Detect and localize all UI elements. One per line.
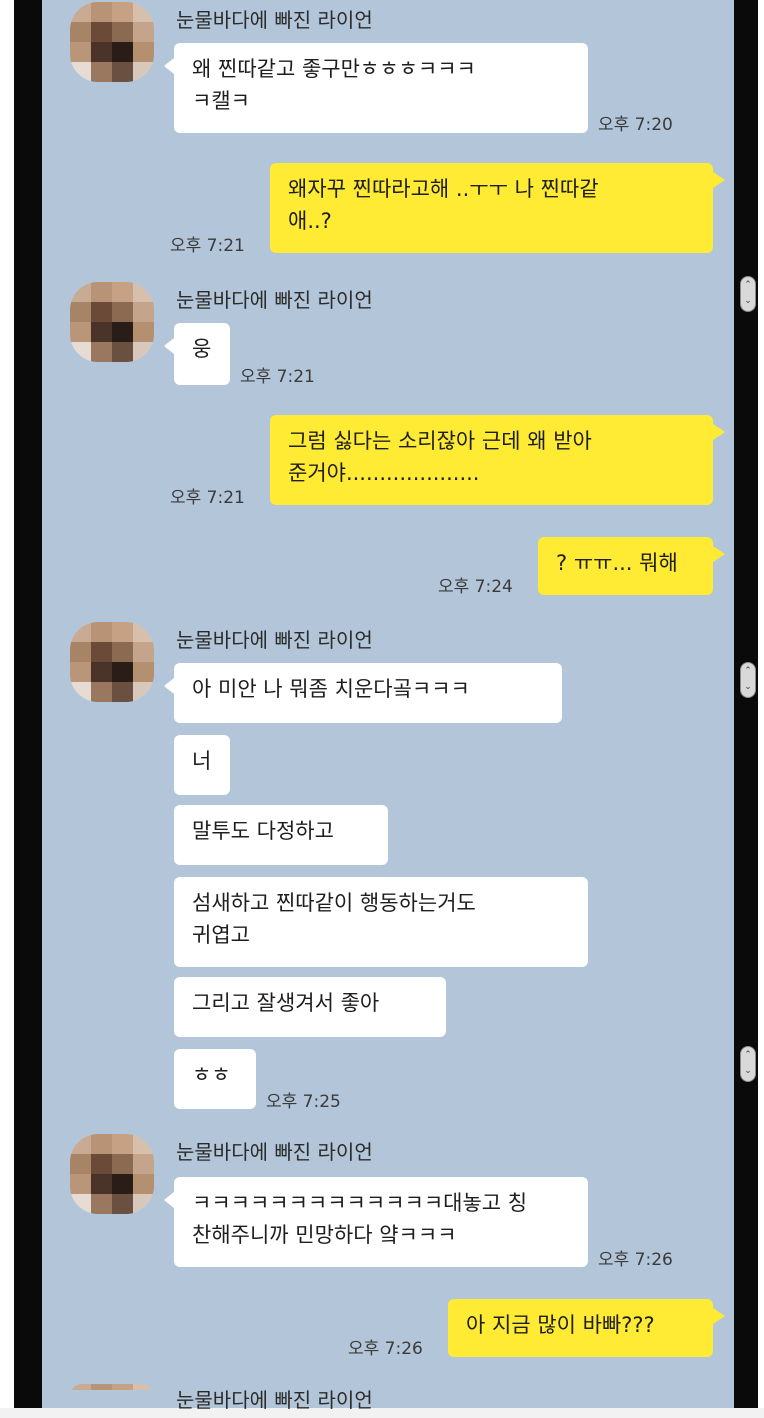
message-bubble-incoming[interactable]: 웅 xyxy=(174,323,230,385)
contact-avatar[interactable] xyxy=(70,2,154,82)
message-text: 귀엽고 xyxy=(192,923,250,947)
bubble-tail xyxy=(713,424,725,440)
message-bubble-incoming[interactable]: 너 xyxy=(174,735,230,795)
message-bubble-outgoing[interactable]: 왜자꾸 찐따라고해 ..ㅜㅜ 나 찐따같 애..? xyxy=(270,163,713,253)
message-bubble-incoming[interactable]: 그리고 잘생겨서 좋아 xyxy=(174,977,446,1037)
message-bubble-outgoing[interactable]: 아 지금 많이 바빠??? xyxy=(448,1299,713,1357)
sender-name: 눈물바다에 빠진 라이언 xyxy=(176,1140,373,1164)
bubble-tail xyxy=(713,172,725,188)
bubble-tail xyxy=(713,546,725,562)
message-text: 찬해주니까 민망하다 얔ㅋㅋㅋ xyxy=(192,1223,457,1247)
message-text: 그럼 싫다는 소리잖아 근데 왜 받아 xyxy=(288,429,592,453)
message-timestamp: 오후 7:24 xyxy=(438,577,513,597)
sender-name: 눈물바다에 빠진 라이언 xyxy=(176,628,373,652)
message-bubble-incoming[interactable]: ㅎㅎ xyxy=(174,1049,256,1109)
message-text: 준거야.................... xyxy=(288,461,480,485)
sender-name: 눈물바다에 빠진 라이언 xyxy=(176,8,373,32)
message-bubble-outgoing[interactable]: ? ㅠㅠ... 뭐해 xyxy=(538,537,713,595)
message-text: 왜자꾸 찐따라고해 ..ㅜㅜ 나 찐따같 xyxy=(288,177,599,201)
message-bubble-incoming[interactable]: 섬새하고 찐따같이 행동하는거도 귀엽고 xyxy=(174,877,588,967)
message-timestamp: 오후 7:20 xyxy=(598,115,673,135)
scroll-handle[interactable]: ⌃ ⌄ xyxy=(740,276,756,312)
contact-avatar[interactable] xyxy=(70,282,154,362)
message-text: 아 지금 많이 바빠??? xyxy=(466,1313,655,1337)
contact-avatar[interactable] xyxy=(70,1384,154,1408)
bubble-tail xyxy=(164,678,174,694)
message-bubble-outgoing[interactable]: 그럼 싫다는 소리잖아 근데 왜 받아 준거야.................… xyxy=(270,415,713,505)
bubble-tail xyxy=(164,338,174,354)
message-timestamp: 오후 7:25 xyxy=(266,1092,341,1112)
left-frame-border xyxy=(14,0,42,1418)
message-text: 아 미안 나 뭐좀 치운다곸ㅋㅋㅋ xyxy=(192,677,470,701)
message-bubble-incoming[interactable]: 말투도 다정하고 xyxy=(174,805,388,865)
message-text: ? ㅠㅠ... 뭐해 xyxy=(556,551,678,575)
message-timestamp: 오후 7:26 xyxy=(348,1339,423,1359)
right-frame-border xyxy=(734,0,758,1418)
message-bubble-incoming[interactable]: ㅋㅋㅋㅋㅋㅋㅋㅋㅋㅋㅋㅋㅋ대놓고 칭 찬해주니까 민망하다 얔ㅋㅋㅋ xyxy=(174,1177,588,1267)
message-bubble-incoming[interactable]: 왜 찐따같고 좋구만ㅎㅎㅎㅋㅋㅋ ㅋ캘ㅋ xyxy=(174,43,588,133)
scroll-handle[interactable]: ⌃ ⌄ xyxy=(740,1046,756,1082)
sender-name: 눈물바다에 빠진 라이언 xyxy=(176,1388,373,1412)
message-text: ㅎㅎ xyxy=(192,1063,231,1087)
message-text: 웅 xyxy=(192,337,212,361)
bubble-tail xyxy=(713,1308,725,1324)
message-text: ㅋ캘ㅋ xyxy=(192,89,250,113)
message-bubble-incoming[interactable]: 아 미안 나 뭐좀 치운다곸ㅋㅋㅋ xyxy=(174,663,562,723)
message-text: 너 xyxy=(192,749,212,773)
scroll-handle[interactable]: ⌃ ⌄ xyxy=(740,662,756,698)
message-text: 섬새하고 찐따같이 행동하는거도 xyxy=(192,891,476,915)
message-text: 애..? xyxy=(288,209,332,233)
message-timestamp: 오후 7:21 xyxy=(170,236,245,256)
contact-avatar[interactable] xyxy=(70,1134,154,1214)
message-text: 말투도 다정하고 xyxy=(192,819,334,843)
message-timestamp: 오후 7:21 xyxy=(170,488,245,508)
sender-name: 눈물바다에 빠진 라이언 xyxy=(176,288,373,312)
message-text: 왜 찐따같고 좋구만ㅎㅎㅎㅋㅋㅋ xyxy=(192,57,476,81)
message-timestamp: 오후 7:21 xyxy=(240,367,315,387)
message-text: 그리고 잘생겨서 좋아 xyxy=(192,991,380,1015)
bubble-tail xyxy=(164,58,174,74)
bottom-edge xyxy=(0,1408,764,1418)
contact-avatar[interactable] xyxy=(70,622,154,702)
message-timestamp: 오후 7:26 xyxy=(598,1250,673,1270)
message-text: ㅋㅋㅋㅋㅋㅋㅋㅋㅋㅋㅋㅋㅋ대놓고 칭 xyxy=(192,1191,528,1215)
bubble-tail xyxy=(164,1192,174,1208)
